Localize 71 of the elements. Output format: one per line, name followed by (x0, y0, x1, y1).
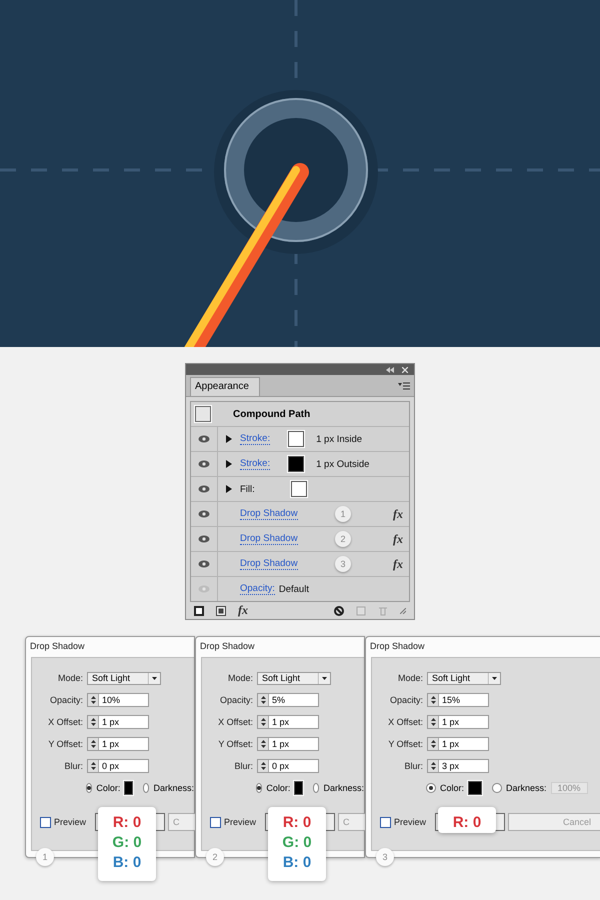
fill-label: Fill: (240, 484, 255, 494)
field-label: X Offset: (47, 717, 83, 727)
mode-label: Mode: (396, 673, 423, 683)
object-title: Compound Path (233, 408, 310, 420)
effect-link[interactable]: Drop Shadow (240, 558, 298, 570)
fx-label: fx (393, 532, 403, 546)
effects-button[interactable]: fx (238, 603, 248, 618)
field-label: Y Offset: (47, 739, 83, 749)
number-field[interactable]: 1 px (427, 715, 489, 729)
step-badge: 1 (335, 506, 351, 522)
field-label: Opacity: (218, 695, 253, 705)
darkness-label: Darkness: (506, 783, 547, 793)
number-field[interactable]: 3 px (427, 759, 489, 773)
mode-dropdown[interactable]: Soft Light (87, 672, 161, 684)
number-field[interactable]: 10% (87, 693, 149, 707)
stroke-link[interactable]: Stroke: (240, 458, 270, 470)
dialog-title: Drop Shadow (29, 640, 86, 653)
rgb-value: R: 0 (282, 813, 312, 833)
field-label: Opacity: (48, 695, 83, 705)
step-badge: 3 (335, 556, 351, 572)
fx-label: fx (393, 556, 403, 572)
opacity-value: Default (278, 584, 309, 594)
panel-tab[interactable]: Appearance (190, 377, 260, 396)
rgb-value: B: 0 (112, 853, 142, 873)
mode-dropdown[interactable]: Soft Light (257, 672, 331, 684)
preview-label: Preview (224, 817, 256, 827)
effect-link[interactable]: Drop Shadow (240, 533, 298, 545)
stroke-link[interactable]: Stroke: (240, 433, 270, 445)
number-field[interactable]: 0 px (87, 759, 149, 773)
field-label: Blur: (403, 761, 423, 771)
number-field[interactable]: 1 px (257, 737, 319, 751)
number-field[interactable]: 1 px (257, 715, 319, 729)
mode-label: Mode: (226, 673, 253, 683)
step-badge: 1 (36, 848, 54, 866)
dialog-title: Drop Shadow (369, 640, 426, 653)
color-label: Color: (440, 783, 464, 793)
fx-label: fx (393, 506, 403, 522)
field-label: X Offset: (387, 717, 423, 727)
rgb-value: G: 0 (112, 833, 142, 853)
field-label: Blur: (63, 761, 83, 771)
rgb-value: B: 0 (282, 853, 312, 873)
mode-label: Mode: (56, 673, 83, 683)
mode-dropdown[interactable]: Soft Light (427, 672, 501, 684)
field-label: Y Offset: (217, 739, 253, 749)
stroke-value: 1 px Outside (316, 458, 370, 470)
stroke-value: 1 px Inside (316, 434, 362, 444)
effect-link[interactable]: Drop Shadow (240, 508, 298, 520)
number-field[interactable]: 5% (257, 693, 319, 707)
darkness-label: Darkness: (323, 783, 364, 793)
preview-label: Preview (394, 817, 426, 827)
preview-label: Preview (54, 817, 86, 827)
color-label: Color: (266, 783, 290, 793)
field-label: Blur: (233, 761, 253, 771)
field-label: X Offset: (217, 717, 253, 727)
number-field[interactable]: 15% (427, 693, 489, 707)
number-field[interactable]: 1 px (87, 715, 149, 729)
number-field[interactable]: 0 px (257, 759, 319, 773)
darkness-label: Darkness: (153, 783, 194, 793)
rgb-value: R: 0 (112, 813, 142, 833)
step-badge: 3 (376, 848, 394, 866)
opacity-link[interactable]: Opacity: (240, 583, 275, 595)
rgb-value: G: 0 (282, 833, 312, 853)
color-label: Color: (96, 783, 120, 793)
field-label: Y Offset: (387, 739, 423, 749)
step-badge: 2 (335, 531, 351, 547)
dialog-title: Drop Shadow (199, 640, 256, 653)
rgb-value: R: 0 (452, 813, 482, 833)
step-badge: 2 (206, 848, 224, 866)
number-field[interactable]: 1 px (87, 737, 149, 751)
number-field[interactable]: 1 px (427, 737, 489, 751)
field-label: Opacity: (388, 695, 423, 705)
